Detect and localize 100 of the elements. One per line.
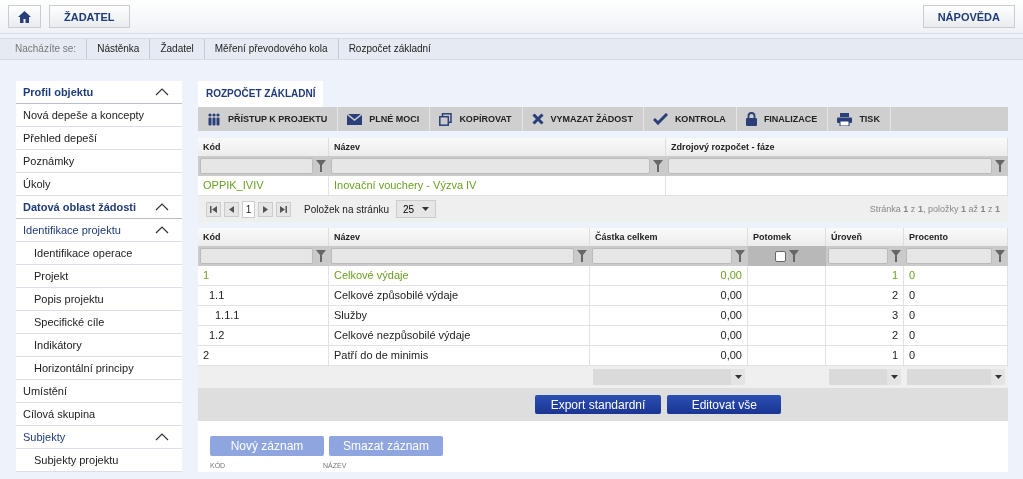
table-cell: 1 bbox=[826, 346, 904, 365]
table-cell: 1.1.1 bbox=[198, 306, 329, 325]
sidebar-section[interactable]: Datová oblast žádosti bbox=[16, 196, 182, 219]
page-size-select[interactable]: 25 bbox=[396, 200, 437, 218]
table-cell: 0,00 bbox=[590, 286, 748, 305]
people-icon bbox=[207, 112, 221, 126]
sidebar-item[interactable]: Úkoly bbox=[16, 173, 182, 196]
table-cell: 2 bbox=[826, 326, 904, 345]
table-cell: Celkové výdaje bbox=[329, 266, 590, 285]
filter-checkbox[interactable] bbox=[774, 250, 786, 262]
sidebar-item[interactable]: Subjekty bbox=[16, 426, 182, 449]
table-cell: 1.2 bbox=[198, 326, 329, 345]
caret-icon bbox=[891, 375, 898, 379]
filter-field[interactable] bbox=[331, 248, 574, 264]
sidebar-item[interactable]: Popis projektu bbox=[16, 288, 182, 311]
home-icon bbox=[18, 10, 31, 23]
sidebar-item[interactable]: Umístění bbox=[16, 380, 182, 403]
table-cell: 1 bbox=[198, 266, 329, 285]
sidebar-item[interactable]: Indikátory bbox=[16, 334, 182, 357]
breadcrumb-label: Nacházíte se: bbox=[0, 39, 88, 59]
breadcrumb-link[interactable]: Rozpočet základní bbox=[338, 39, 441, 59]
table-cell: 0 bbox=[904, 346, 1008, 365]
help-button[interactable]: NÁPOVĚDA bbox=[922, 5, 1015, 28]
filter-field[interactable] bbox=[668, 158, 992, 174]
filter-field[interactable] bbox=[828, 248, 888, 264]
toolbar-button[interactable]: FINALIZACE bbox=[736, 107, 829, 131]
last-page-icon bbox=[280, 205, 287, 213]
toolbar-button[interactable]: PŘÍSTUP K PROJEKTU bbox=[198, 107, 339, 131]
sidebar-item[interactable]: Identifikace projektu bbox=[16, 219, 182, 242]
copy-icon bbox=[439, 112, 453, 126]
table-cell: 0 bbox=[904, 266, 1008, 285]
previous-page-icon bbox=[229, 205, 234, 213]
lock-icon bbox=[745, 112, 757, 126]
previous-page-button[interactable] bbox=[224, 201, 239, 217]
table-cell: Celkové nezpůsobilé výdaje bbox=[329, 326, 590, 345]
table-cell: Patří do de minimis bbox=[329, 346, 590, 365]
table-cell: 2 bbox=[826, 286, 904, 305]
first-page-icon bbox=[210, 205, 217, 213]
filter-field[interactable] bbox=[200, 158, 313, 174]
table-cell: 0,00 bbox=[590, 326, 748, 345]
check-icon bbox=[652, 113, 668, 125]
table-cell: 0 bbox=[904, 306, 1008, 325]
sidebar-item[interactable]: Cílová skupina bbox=[16, 403, 182, 426]
filter-icon[interactable] bbox=[316, 250, 326, 262]
page-number[interactable]: 1 bbox=[242, 200, 255, 218]
breadcrumb-link[interactable]: Nástěnka bbox=[87, 39, 151, 59]
sidebar-item[interactable]: Projekt bbox=[16, 265, 182, 288]
sidebar-item[interactable]: Subjekty projektu bbox=[16, 449, 182, 472]
filter-icon[interactable] bbox=[891, 250, 901, 262]
sidebar-item[interactable]: Přehled depeší bbox=[16, 127, 182, 150]
last-page-button[interactable] bbox=[276, 201, 291, 217]
sidebar-item[interactable]: Nová depeše a koncepty bbox=[16, 104, 182, 127]
table-cell: 0,00 bbox=[590, 306, 748, 325]
filter-field[interactable] bbox=[906, 248, 992, 264]
sidebar-section[interactable]: Profil objektu bbox=[16, 81, 182, 104]
table-cell: Služby bbox=[329, 306, 590, 325]
sidebar-item[interactable]: Specifické cíle bbox=[16, 311, 182, 334]
toolbar-button[interactable]: KONTROLA bbox=[643, 107, 737, 131]
breadcrumb-link[interactable]: Měření převodového kola bbox=[204, 39, 339, 59]
toolbar-button[interactable]: PLNÉ MOCI bbox=[338, 107, 431, 131]
toolbar-button[interactable]: TISK bbox=[828, 107, 891, 131]
filter-icon[interactable] bbox=[995, 250, 1005, 262]
filter-icon[interactable] bbox=[653, 160, 663, 172]
first-page-button[interactable] bbox=[206, 201, 221, 217]
next-page-icon bbox=[263, 205, 268, 213]
action-button[interactable]: Editovat vše bbox=[667, 395, 782, 414]
next-page-button[interactable] bbox=[258, 201, 273, 217]
page-size-label: Položek na stránku bbox=[304, 203, 390, 215]
envelope-icon bbox=[347, 113, 363, 125]
close-icon bbox=[531, 113, 544, 125]
filter-field[interactable] bbox=[331, 158, 650, 174]
toolbar-button[interactable]: VYMAZAT ŽÁDOST bbox=[522, 107, 644, 131]
filter-icon[interactable] bbox=[316, 160, 326, 172]
home-button[interactable] bbox=[8, 5, 41, 28]
sidebar-item[interactable]: Horizontální principy bbox=[16, 357, 182, 380]
table-cell: 0,00 bbox=[590, 346, 748, 365]
breadcrumb-link[interactable]: Žadatel bbox=[150, 39, 205, 59]
filter-field[interactable] bbox=[200, 248, 313, 264]
caret-icon bbox=[422, 207, 430, 211]
filter-icon[interactable] bbox=[735, 250, 745, 262]
table-cell: 1.1 bbox=[198, 286, 329, 305]
action-button[interactable]: Export standardní bbox=[534, 395, 662, 414]
filter-icon[interactable] bbox=[788, 250, 799, 262]
table-cell: 0 bbox=[904, 326, 1008, 345]
table-cell: Celkové způsobilé výdaje bbox=[329, 286, 590, 305]
table-cell: 1 bbox=[826, 266, 904, 285]
table-cell: 2 bbox=[198, 346, 329, 365]
filter-icon[interactable] bbox=[577, 250, 587, 262]
table-cell: Inovační vouchery - Výzva IV bbox=[329, 176, 666, 195]
table-cell: 0 bbox=[904, 286, 1008, 305]
tab[interactable]: ROZPOČET ZÁKLADNÍ bbox=[198, 81, 324, 107]
table-cell: 3 bbox=[826, 306, 904, 325]
filter-field[interactable] bbox=[592, 248, 732, 264]
caret-icon bbox=[735, 375, 742, 379]
page-summary: Stránka 1 z 1, položky 1 až 1 z 1 bbox=[869, 204, 1000, 214]
sidebar-item[interactable]: Poznámky bbox=[16, 150, 182, 173]
applicant-button[interactable]: ŽADATEL bbox=[49, 5, 130, 28]
filter-icon[interactable] bbox=[995, 160, 1005, 172]
toolbar-button[interactable]: KOPÍROVAT bbox=[430, 107, 523, 131]
sidebar-item[interactable]: Identifikace operace bbox=[16, 242, 182, 265]
